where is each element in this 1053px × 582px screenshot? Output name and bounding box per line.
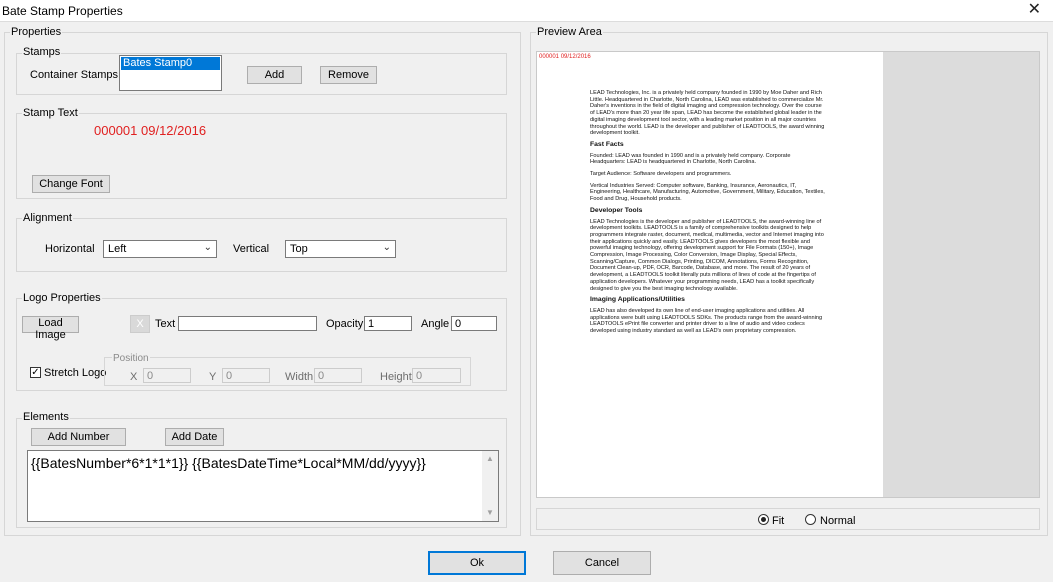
normal-label: Normal <box>820 515 856 527</box>
properties-label: Properties <box>10 26 63 38</box>
angle-input[interactable] <box>451 316 497 331</box>
preview-heading: Developer Tools <box>590 206 643 214</box>
close-icon[interactable]: ✕ <box>1028 1 1041 19</box>
position-x-input[interactable] <box>143 368 191 383</box>
load-image-button[interactable]: Load Image <box>22 316 79 341</box>
vertical-value: Top <box>290 243 308 255</box>
add-date-button[interactable]: Add Date <box>165 428 224 446</box>
ok-button[interactable]: Ok <box>428 551 526 575</box>
add-number-button[interactable]: Add Number <box>31 428 126 446</box>
scroll-up-icon[interactable]: ▲ <box>482 451 498 467</box>
logo-text-input[interactable] <box>178 316 317 331</box>
preview-paragraph: Founded: LEAD was founded in 1990 and is… <box>590 152 791 166</box>
container-stamps-list[interactable]: Bates Stamp0 <box>119 55 222 91</box>
remove-stamp-button[interactable]: Remove <box>320 66 377 84</box>
normal-radio[interactable] <box>805 514 816 525</box>
preview-paragraph: LEAD Technologies, Inc. is a privately h… <box>590 90 825 137</box>
preview-area-label: Preview Area <box>536 26 603 38</box>
opacity-input[interactable] <box>364 316 412 331</box>
title-bar: Bate Stamp Properties ✕ <box>0 0 1053 22</box>
scroll-down-icon[interactable]: ▼ <box>482 505 498 521</box>
position-height-input[interactable] <box>412 368 461 383</box>
list-item[interactable]: Bates Stamp0 <box>121 57 220 70</box>
logo-properties-label: Logo Properties <box>22 292 102 304</box>
horizontal-value: Left <box>108 243 127 255</box>
vertical-select[interactable]: Top ⌄ <box>285 240 396 258</box>
stretch-logo-checkbox[interactable]: ✓ <box>30 367 41 378</box>
x-label: X <box>130 371 138 383</box>
position-y-input[interactable] <box>222 368 270 383</box>
add-stamp-button[interactable]: Add <box>247 66 302 84</box>
preview-paragraph: Vertical Industries Served: Computer sof… <box>590 182 825 203</box>
stretch-logo-label: Stretch Logo <box>44 367 107 379</box>
preview-paragraph: LEAD has also developed its own line of … <box>590 307 823 335</box>
clear-text-button[interactable]: X <box>130 315 150 333</box>
cancel-button[interactable]: Cancel <box>553 551 651 575</box>
change-font-button[interactable]: Change Font <box>32 175 110 193</box>
height-label: Height <box>380 371 412 383</box>
width-label: Width <box>285 371 314 383</box>
preview-document: LEAD Technologies, Inc. is a privately h… <box>590 90 826 340</box>
stamp-text-label: Stamp Text <box>22 107 79 119</box>
chevron-down-icon: ⌄ <box>203 242 212 253</box>
horizontal-label: Horizontal <box>45 243 95 255</box>
preview-heading: Imaging Applications/Utilities <box>590 296 685 304</box>
fit-radio[interactable] <box>758 514 769 525</box>
preview-page: 000001 09/12/2016 LEAD Technologies, Inc… <box>537 52 883 497</box>
horizontal-select[interactable]: Left ⌄ <box>103 240 217 258</box>
elements-label: Elements <box>22 411 70 423</box>
preview-paragraph: LEAD Technologies is the developer and p… <box>590 218 824 292</box>
alignment-label: Alignment <box>22 212 73 224</box>
position-width-input[interactable] <box>314 368 362 383</box>
vertical-label: Vertical <box>233 243 270 255</box>
y-label: Y <box>209 371 217 383</box>
angle-label: Angle <box>421 318 450 330</box>
window-title: Bate Stamp Properties <box>2 4 123 18</box>
vertical-scrollbar[interactable]: ▲ ▼ <box>482 451 498 521</box>
stamps-label: Stamps <box>22 46 62 58</box>
preview-heading: Fast Facts <box>590 140 624 148</box>
fit-label: Fit <box>772 515 785 527</box>
container-stamps-label: Container Stamps : <box>30 69 125 81</box>
preview-viewer[interactable]: 000001 09/12/2016 LEAD Technologies, Inc… <box>536 51 1040 498</box>
preview-stamp-text: 000001 09/12/2016 <box>539 54 591 60</box>
preview-paragraph: Target Audience: Software developers and… <box>590 171 732 178</box>
elements-template-text: {{BatesNumber*6*1*1*1}} {{BatesDateTime*… <box>31 455 426 471</box>
stamp-text-preview: 000001 09/12/2016 <box>94 123 207 138</box>
position-label: Position <box>112 353 150 364</box>
opacity-label: Opacity <box>326 318 364 330</box>
chevron-down-icon: ⌄ <box>382 242 391 253</box>
view-mode-bar <box>536 508 1040 530</box>
elements-textarea[interactable]: {{BatesNumber*6*1*1*1}} {{BatesDateTime*… <box>27 450 499 522</box>
logo-text-label: Text <box>155 318 176 330</box>
